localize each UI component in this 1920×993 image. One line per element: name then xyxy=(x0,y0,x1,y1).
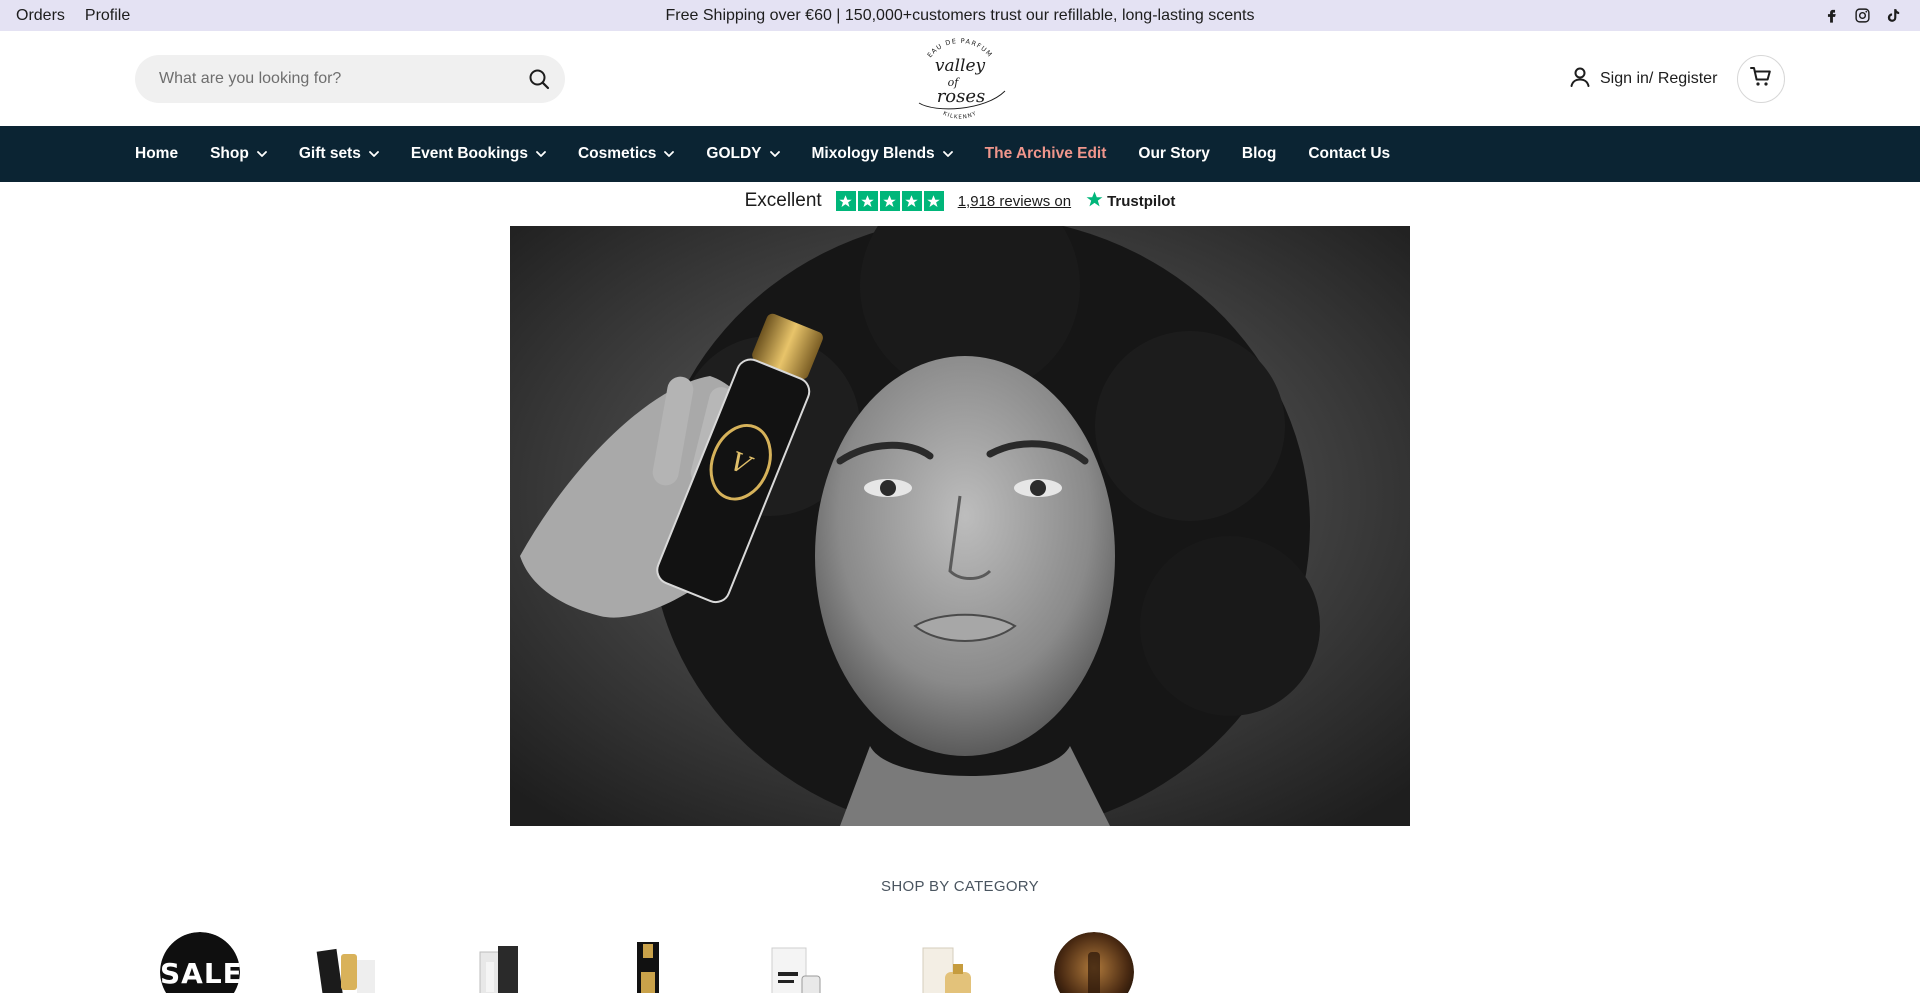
nav-item-gift-sets[interactable]: Gift sets xyxy=(299,145,379,163)
nav-item-event-bookings[interactable]: Event Bookings xyxy=(411,145,546,163)
star-icon xyxy=(835,191,856,211)
trust-stars xyxy=(835,191,944,211)
nav-item-label: Our Story xyxy=(1138,145,1210,162)
category-item[interactable] xyxy=(458,932,538,993)
site-logo[interactable]: EAU DE PARFUM valley of roses KILKENNY xyxy=(905,33,1015,123)
trust-rating-text: Excellent xyxy=(744,190,822,211)
shop-by-category-title: SHOP BY CATEGORY xyxy=(881,878,1039,895)
trust-reviews-link[interactable]: 1,918 reviews on xyxy=(958,193,1071,210)
svg-text:valley: valley xyxy=(935,56,986,76)
nav-item-label: Blog xyxy=(1241,145,1277,162)
svg-text:KILKENNY: KILKENNY xyxy=(942,111,978,121)
chevron-down-icon xyxy=(368,145,379,163)
shipping-message: Free Shipping over €60 | 150,000+custome… xyxy=(665,6,1255,24)
nav-item-home[interactable]: Home xyxy=(135,145,178,163)
nav-item-cosmetics[interactable]: Cosmetics xyxy=(577,145,675,163)
star-icon xyxy=(901,191,922,211)
search-bar xyxy=(135,55,565,103)
nav-item-label: Contact Us xyxy=(1308,145,1391,162)
nav-item-label: Mixology Blends xyxy=(811,145,935,162)
search-input[interactable] xyxy=(159,55,499,103)
nav-item-label: GOLDY xyxy=(706,145,762,162)
category-item[interactable] xyxy=(607,932,687,993)
nav-item-mixology-blends[interactable]: Mixology Blends xyxy=(812,145,953,163)
cart-button[interactable] xyxy=(1737,55,1785,103)
chevron-down-icon xyxy=(664,145,675,163)
chevron-down-icon xyxy=(769,145,780,163)
nav-item-label: Home xyxy=(135,145,179,162)
chevron-down-icon xyxy=(536,145,546,163)
nav-item-contact-us[interactable]: Contact Us xyxy=(1308,145,1390,163)
trustpilot-logo[interactable]: Trustpilot xyxy=(1085,190,1175,213)
sign-in-label: Sign in/ Register xyxy=(1600,70,1718,87)
svg-text:roses: roses xyxy=(937,86,986,107)
chevron-down-icon xyxy=(256,145,267,163)
star-icon xyxy=(923,191,944,211)
search-icon[interactable] xyxy=(527,67,551,91)
category-sale[interactable]: SALE xyxy=(160,932,240,993)
social-links xyxy=(1823,0,1902,31)
nav-item-blog[interactable]: Blog xyxy=(1242,145,1276,163)
tiktok-icon[interactable] xyxy=(1885,7,1902,24)
nav-item-label: Shop xyxy=(210,145,249,162)
nav-item-label: Cosmetics xyxy=(577,145,657,162)
category-list: SALE xyxy=(160,932,1134,993)
nav-item-label: Gift sets xyxy=(298,145,361,162)
nav-item-label: The Archive Edit xyxy=(984,145,1107,162)
star-icon xyxy=(857,191,878,211)
trustpilot-star-icon xyxy=(1085,190,1104,213)
nav-item-goldy[interactable]: GOLDY xyxy=(706,145,780,163)
nav-item-our-story[interactable]: Our Story xyxy=(1138,145,1209,163)
category-sale-label: SALE xyxy=(160,957,240,990)
category-item[interactable] xyxy=(756,932,836,993)
trustpilot-brand-text: Trustpilot xyxy=(1107,192,1176,210)
hero-banner-image[interactable]: V xyxy=(510,226,1410,826)
cart-icon xyxy=(1749,65,1773,94)
sign-in-link[interactable]: Sign in/ Register xyxy=(1568,63,1717,95)
site-header: EAU DE PARFUM valley of roses KILKENNY S… xyxy=(0,31,1920,126)
category-item[interactable] xyxy=(905,932,985,993)
nav-item-the-archive-edit[interactable]: The Archive Edit xyxy=(985,145,1107,163)
chevron-down-icon xyxy=(942,145,953,163)
category-item[interactable] xyxy=(1054,932,1134,993)
trustpilot-widget: Excellent 1,918 reviews on Trustpilot xyxy=(0,186,1920,216)
nav-item-label: Event Bookings xyxy=(410,145,528,162)
announcement-bar: Orders Profile Free Shipping over €60 | … xyxy=(0,0,1920,31)
nav-item-shop[interactable]: Shop xyxy=(210,145,267,163)
user-icon xyxy=(1568,65,1592,94)
main-nav: Home Shop Gift sets Event Bookings Cosmetics… xyxy=(0,126,1920,182)
category-item[interactable] xyxy=(309,932,389,993)
facebook-icon[interactable] xyxy=(1823,7,1840,24)
star-icon xyxy=(879,191,900,211)
nav-list: Home Shop Gift sets Event Bookings Cosmetics… xyxy=(135,126,1390,182)
instagram-icon[interactable] xyxy=(1854,7,1871,24)
